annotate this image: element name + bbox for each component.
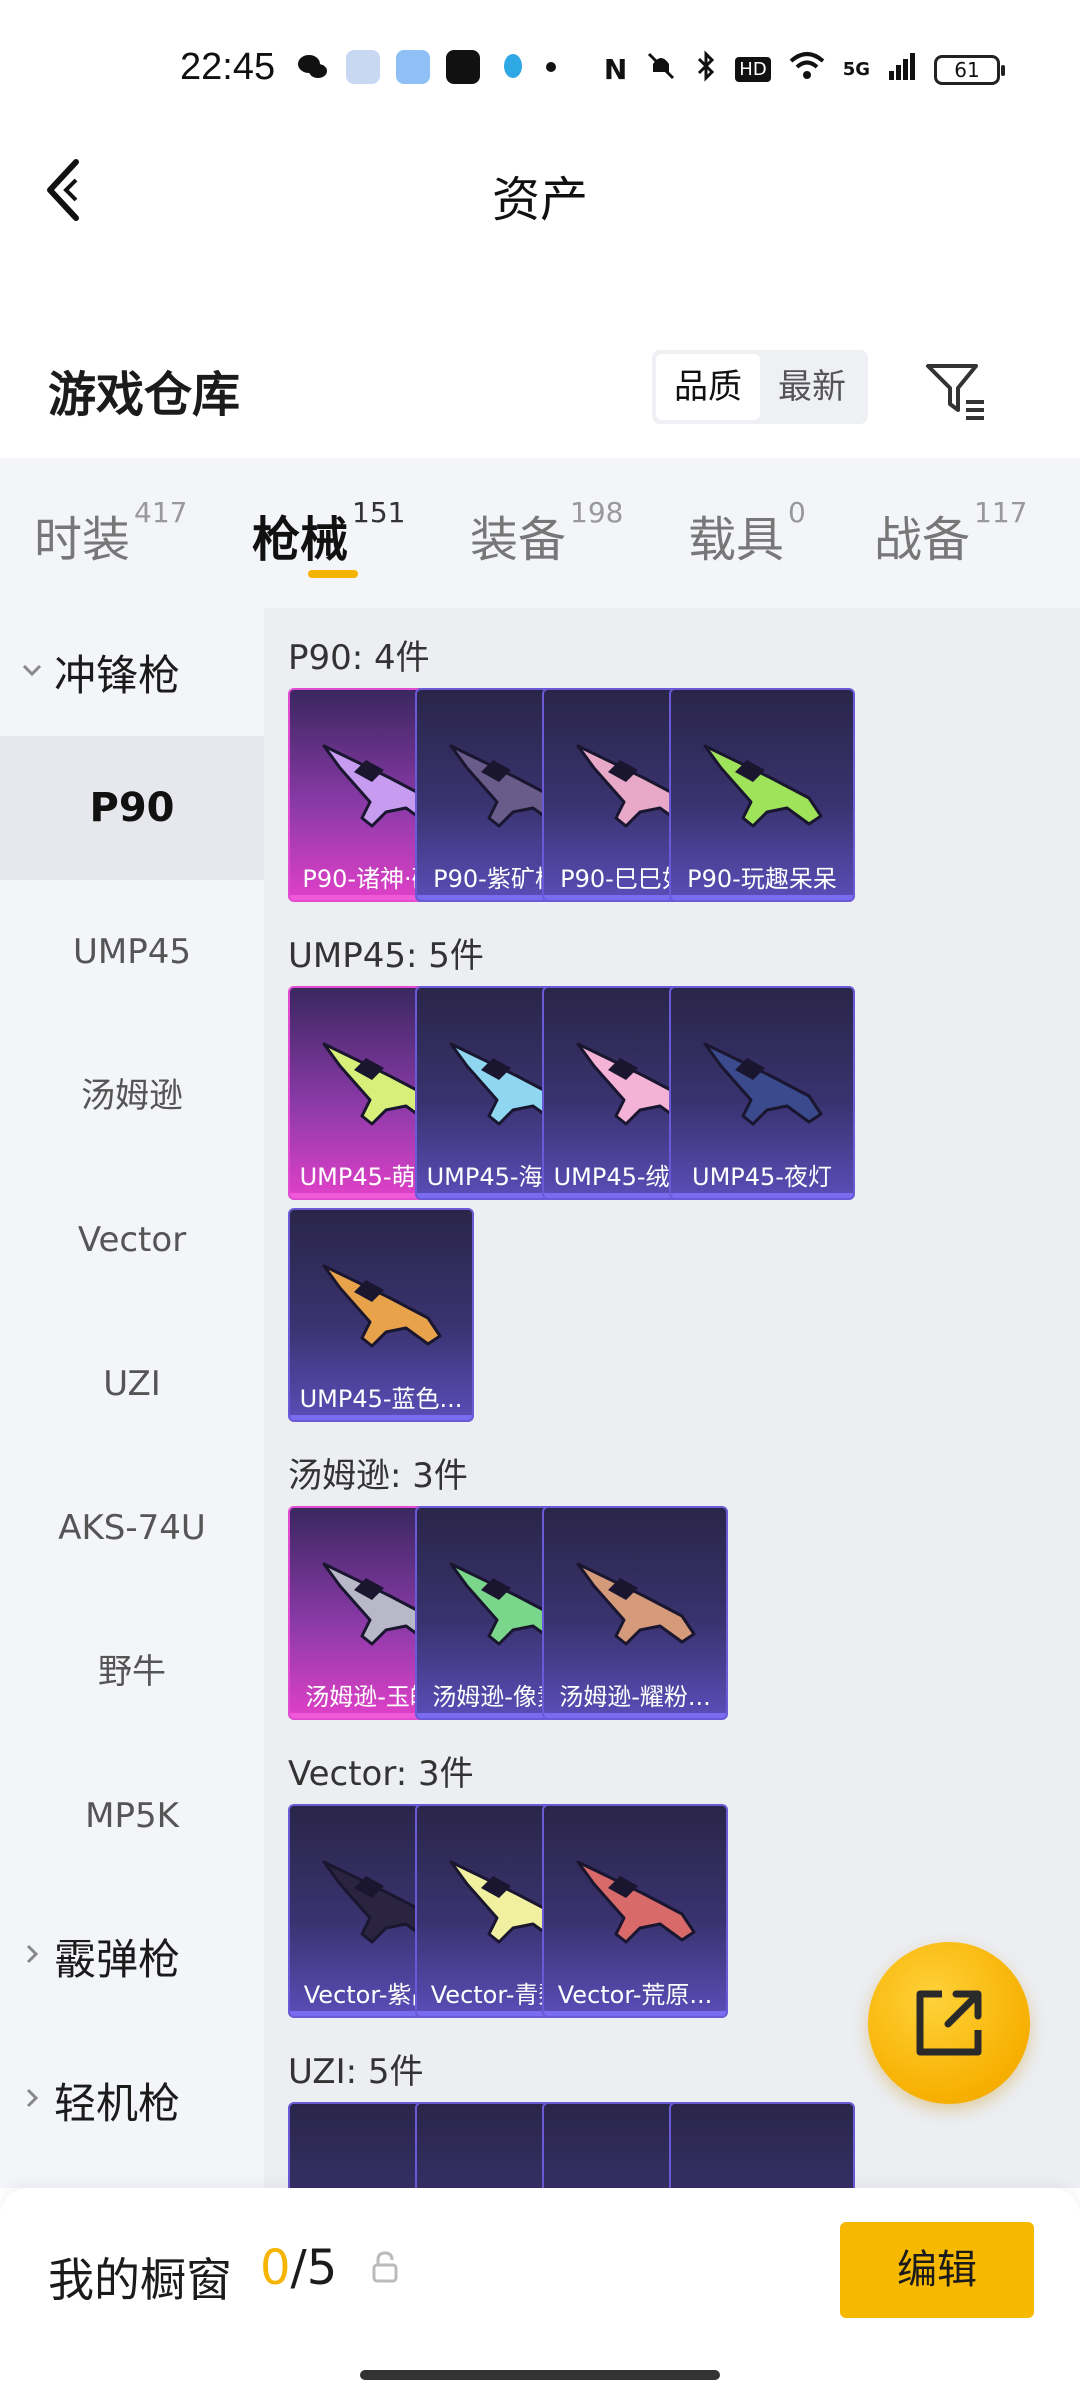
- showcase-current: 0: [260, 2240, 291, 2296]
- notification-icons: [296, 50, 556, 84]
- status-bar: 22:45 N HD 5G 61: [0, 0, 1080, 140]
- sidebar: 冲锋枪 P90 UMP45 汤姆逊 Vector UZI AKS-74U 野牛 …: [0, 608, 264, 2188]
- sidebar-group-smg[interactable]: 冲锋枪: [20, 642, 180, 703]
- sidebar-item-ump45[interactable]: UMP45: [0, 880, 264, 1024]
- sort-newest-button[interactable]: 最新: [760, 354, 864, 420]
- tab-label: 战备: [874, 512, 971, 568]
- item-card[interactable]: 汤姆逊-耀粉...: [542, 1506, 728, 1720]
- tab-count: 198: [570, 496, 624, 529]
- rarity-bar: [671, 895, 853, 900]
- weather-icon: [396, 50, 430, 84]
- tab-count: 151: [352, 496, 406, 529]
- sidebar-group-lmg[interactable]: 轻机枪: [20, 2070, 180, 2131]
- showcase-total: /5: [290, 2240, 338, 2296]
- tab-fashion[interactable]: 时装 417: [34, 496, 187, 570]
- sidebar-item-thompson[interactable]: 汤姆逊: [0, 1024, 264, 1168]
- rarity-bar: [290, 1415, 472, 1420]
- sidebar-group-label: 霰弹枪: [54, 1935, 181, 1984]
- external-link-icon: [916, 1990, 982, 2056]
- hd-icon: HD: [735, 57, 771, 82]
- chevron-right-icon: [20, 2084, 44, 2117]
- tab-label: 装备: [470, 512, 567, 568]
- tab-label: 时装: [34, 512, 131, 568]
- tab-label: 枪械: [252, 512, 349, 568]
- filter-icon: [926, 364, 984, 420]
- filter-button[interactable]: [922, 358, 988, 424]
- sidebar-item-bison[interactable]: 野牛: [0, 1600, 264, 1744]
- battery-indicator: 61: [934, 54, 1005, 85]
- tab-count: 417: [134, 496, 188, 529]
- warehouse-title: 游戏仓库: [48, 367, 241, 423]
- sidebar-item-p90[interactable]: P90: [0, 736, 264, 880]
- app-root: 22:45 N HD 5G 61 资产 游戏仓库 品质 最新 时装 417 枪械…: [0, 0, 1080, 2400]
- tab-count: 0: [788, 496, 806, 529]
- item-card[interactable]: P90-玩趣呆呆: [669, 688, 855, 902]
- tab-count: 117: [974, 496, 1028, 529]
- tiktok-icon: [446, 50, 480, 84]
- item-name: Vector-荒原...: [557, 1981, 713, 2009]
- nfc-icon: N: [603, 53, 628, 86]
- sidebar-group-label: 轻机枪: [54, 2079, 181, 2128]
- item-name: UMP45-夜灯: [692, 1163, 832, 1191]
- rarity-bar: [544, 2011, 726, 2016]
- item-card[interactable]: [669, 2102, 855, 2188]
- wechat-icon: [296, 50, 330, 84]
- dot-icon: [546, 62, 556, 72]
- section-title: Vector: 3件: [288, 1754, 474, 1794]
- sidebar-group-label: 冲锋枪: [54, 651, 181, 700]
- page-title: 资产: [491, 172, 588, 228]
- section-title: UZI: 5件: [288, 2052, 424, 2092]
- chevron-down-icon: [20, 656, 44, 689]
- share-fab[interactable]: [868, 1942, 1030, 2104]
- category-tabs: 时装 417 枪械 151 装备 198 载具 0 战备 117: [0, 458, 1080, 608]
- tab-label: 载具: [688, 512, 785, 568]
- section-title: 汤姆逊: 3件: [288, 1456, 468, 1496]
- item-name: UMP45-蓝色...: [299, 1385, 463, 1413]
- status-time: 22:45: [180, 46, 276, 88]
- weapon-icon: [703, 744, 823, 828]
- weapon-icon: [576, 1562, 696, 1646]
- edit-button[interactable]: 编辑: [840, 2222, 1034, 2318]
- mute-icon: [645, 50, 677, 89]
- tab-vehicles[interactable]: 载具 0: [688, 496, 806, 570]
- tab-supplies[interactable]: 战备 117: [874, 496, 1027, 570]
- item-card[interactable]: UMP45-蓝色...: [288, 1208, 474, 1422]
- item-card[interactable]: UMP45-夜灯: [669, 986, 855, 1200]
- chevron-right-icon: [20, 1940, 44, 1973]
- sidebar-item-uzi[interactable]: UZI: [0, 1312, 264, 1456]
- sidebar-group-shotgun[interactable]: 霰弹枪: [20, 1926, 180, 1987]
- home-indicator[interactable]: [360, 2370, 720, 2380]
- signal-icon: [888, 51, 916, 88]
- sidebar-item-mp5k[interactable]: MP5K: [0, 1744, 264, 1888]
- wifi-icon: [789, 51, 825, 88]
- item-name: P90-玩趣呆呆: [687, 865, 837, 893]
- showcase-bar: 我的橱窗 0/5 编辑: [0, 2188, 1080, 2400]
- weapon-icon: [322, 1264, 442, 1348]
- section-title: P90: 4件: [288, 638, 430, 678]
- qq-icon: [496, 50, 530, 84]
- rarity-bar: [671, 1193, 853, 1198]
- weapon-icon: [703, 1042, 823, 1126]
- showcase-label: 我的橱窗: [48, 2253, 232, 2307]
- sidebar-item-aks74u[interactable]: AKS-74U: [0, 1456, 264, 1600]
- bluetooth-icon: [695, 50, 717, 89]
- network-label: 5G: [842, 59, 870, 80]
- cat-app-icon: [346, 50, 380, 84]
- section-title: UMP45: 5件: [288, 936, 484, 976]
- showcase-count: 0/5: [260, 2240, 337, 2296]
- item-card[interactable]: Vector-荒原...: [542, 1804, 728, 2018]
- tab-firearms[interactable]: 枪械 151: [252, 496, 405, 570]
- sort-toggle: 品质 最新: [652, 350, 868, 424]
- tab-equipment[interactable]: 装备 198: [470, 496, 623, 570]
- sort-quality-button[interactable]: 品质: [656, 354, 760, 420]
- weapon-icon: [576, 1860, 696, 1944]
- item-name: 汤姆逊-耀粉...: [559, 1683, 711, 1711]
- lock-icon: [372, 2251, 398, 2283]
- active-tab-indicator: [308, 570, 358, 578]
- system-icons: N HD 5G 61: [603, 50, 1005, 89]
- sidebar-item-vector[interactable]: Vector: [0, 1168, 264, 1312]
- rarity-bar: [544, 1713, 726, 1718]
